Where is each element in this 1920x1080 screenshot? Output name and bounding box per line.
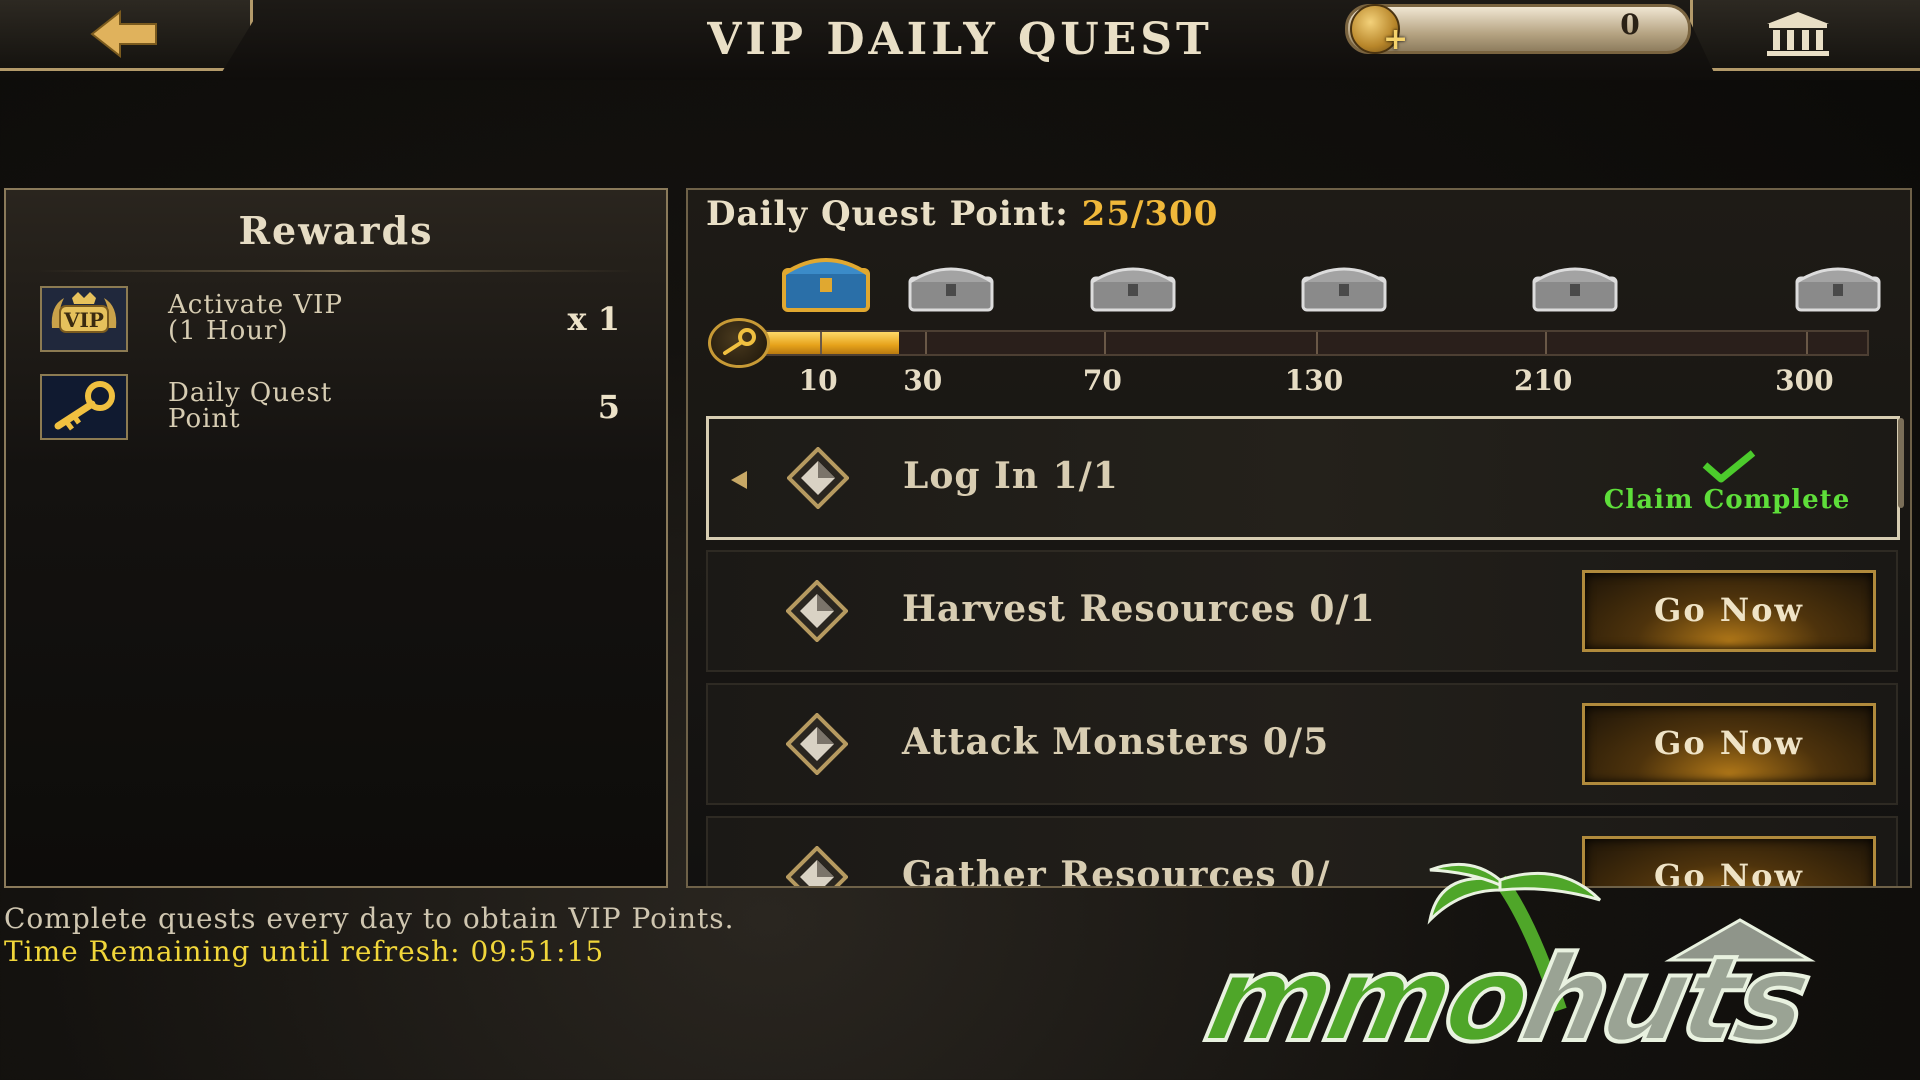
gold-key-icon	[40, 374, 128, 440]
reward-quantity: 5	[597, 388, 620, 426]
bank-icon	[1767, 12, 1829, 56]
milestone-tick	[1806, 332, 1809, 354]
reward-item-vip: VIP Activate VIP (1 Hour) x 1	[40, 286, 620, 356]
selected-arrow-icon	[731, 471, 747, 489]
milestone-label: 70	[1082, 364, 1122, 397]
milestone-tick	[820, 332, 823, 354]
bank-button[interactable]	[1690, 0, 1920, 71]
quest-list-scrollbar[interactable]	[1898, 418, 1904, 508]
milestone-label: 30	[903, 364, 943, 397]
quest-diamond-icon	[786, 846, 848, 886]
key-badge-icon	[708, 318, 770, 368]
chest-icon[interactable]	[906, 260, 996, 314]
reward-item-quest-point: Daily Quest Point 5	[40, 374, 620, 444]
daily-quest-point-value: 25/300	[1081, 194, 1219, 234]
milestone-label: 300	[1775, 364, 1834, 397]
vip-badge-icon: VIP	[40, 286, 128, 352]
quest-info-text: Complete quests every day to obtain VIP …	[4, 902, 735, 935]
quest-row[interactable]: Attack Monsters 0/5 Go Now	[706, 683, 1898, 805]
milestone-label: 210	[1513, 364, 1573, 397]
mmohuts-watermark: mmohuts	[1193, 928, 1820, 1070]
milestone-tick	[1316, 332, 1318, 354]
svg-text:VIP: VIP	[63, 308, 104, 332]
chest-icon[interactable]	[1299, 260, 1389, 314]
reward-quantity: x 1	[567, 300, 620, 338]
rewards-title: Rewards	[238, 208, 434, 253]
milestone-tick	[1545, 332, 1548, 354]
checkmark-icon	[1702, 450, 1756, 483]
quest-point-progress-fill	[765, 332, 899, 354]
watermark-brand-b: huts	[1508, 928, 1820, 1070]
chest-icon[interactable]	[1530, 260, 1620, 314]
chest-icon[interactable]	[1793, 260, 1883, 314]
add-gold-icon[interactable]: +	[1383, 22, 1408, 57]
quest-row[interactable]: Log In 1/1 Claim Complete	[706, 416, 1900, 540]
gold-amount: 0	[1620, 8, 1640, 41]
refresh-timer-text: Time Remaining until refresh: 09:51:15	[4, 935, 605, 968]
quest-diamond-icon	[787, 447, 849, 509]
reward-name: Daily Quest Point	[168, 378, 333, 434]
chest-icon-open[interactable]	[778, 252, 874, 314]
quest-panel: Daily Quest Point: 25/300 10 30 70 130 2…	[686, 188, 1912, 888]
quest-diamond-icon	[786, 580, 848, 642]
milestone-label: 130	[1284, 364, 1344, 397]
go-now-button[interactable]: Go Now	[1582, 703, 1876, 785]
reward-name: Activate VIP (1 Hour)	[168, 290, 343, 346]
daily-quest-point-label: Daily Quest Point: 25/300	[706, 194, 1218, 234]
milestone-label: 10	[798, 364, 838, 397]
quest-name: Harvest Resources 0/1	[902, 588, 1376, 630]
quest-name: Log In 1/1	[903, 455, 1119, 497]
milestone-tick	[1104, 332, 1107, 354]
milestone-tick	[924, 332, 927, 354]
daily-quest-point-text: Daily Quest Point:	[706, 194, 1069, 234]
rewards-divider	[36, 270, 636, 272]
quest-point-progress-bar	[763, 330, 1869, 356]
chest-icon[interactable]	[1088, 260, 1178, 314]
rewards-panel: Rewards VIP Activate VIP (1 Hour) x 1 Da…	[4, 188, 668, 888]
quest-diamond-icon	[786, 713, 848, 775]
claim-complete-status: Claim Complete	[1603, 485, 1851, 515]
quest-row[interactable]: Harvest Resources 0/1 Go Now	[706, 550, 1898, 672]
go-now-button[interactable]: Go Now	[1582, 570, 1876, 652]
watermark-brand-a: mmo	[1193, 928, 1541, 1070]
quest-name: Attack Monsters 0/5	[902, 721, 1330, 763]
